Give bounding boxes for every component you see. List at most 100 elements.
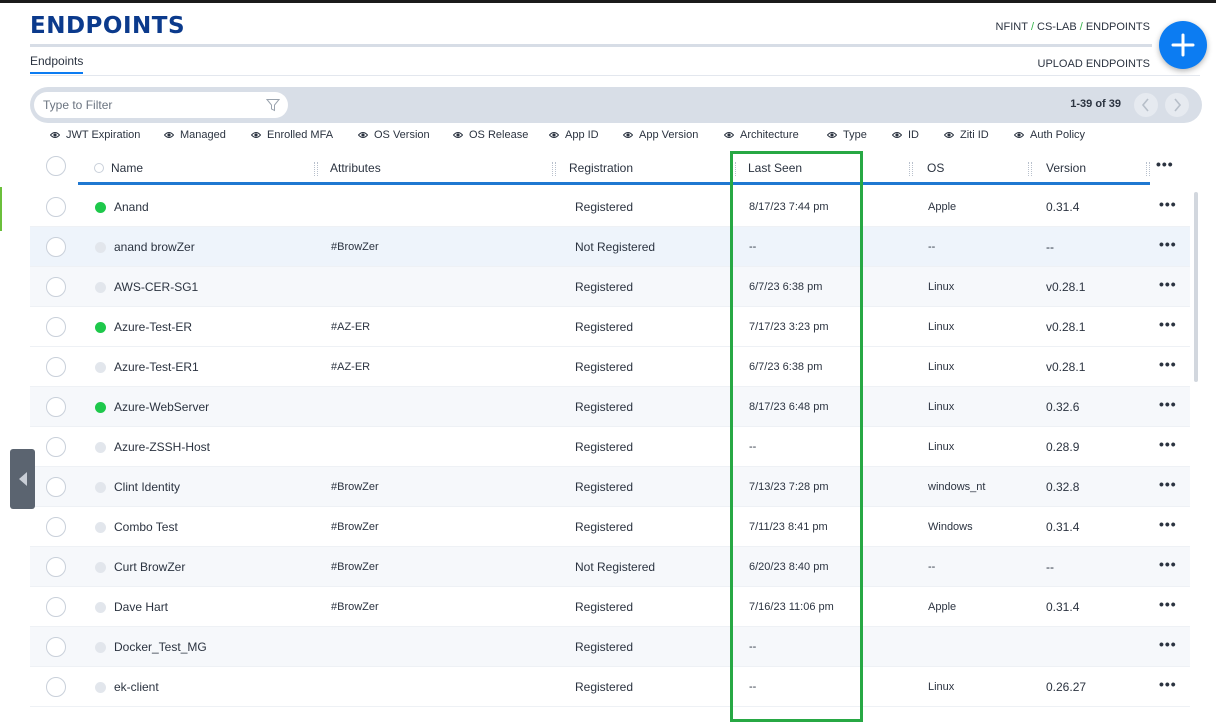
- filter-input[interactable]: [43, 92, 243, 118]
- cell-version: 0.31.4: [1046, 200, 1080, 214]
- row-checkbox[interactable]: [46, 637, 66, 657]
- column-header-version[interactable]: Version: [1046, 161, 1086, 175]
- row-checkbox[interactable]: [46, 277, 66, 297]
- column-toggle-enrolled-mfa[interactable]: Enrolled MFA: [251, 129, 333, 141]
- breadcrumb-item-network[interactable]: CS-LAB: [1037, 21, 1077, 33]
- more-horizontal-icon[interactable]: •••: [1159, 356, 1177, 372]
- column-toggle-type[interactable]: Type: [827, 129, 867, 141]
- column-resize-handle[interactable]: [552, 162, 556, 176]
- cell-attributes: #BrowZer: [331, 241, 379, 253]
- more-horizontal-icon[interactable]: •••: [1159, 636, 1177, 652]
- more-horizontal-icon[interactable]: •••: [1159, 236, 1177, 252]
- breadcrumb-separator: /: [1030, 21, 1034, 33]
- row-checkbox[interactable]: [46, 517, 66, 537]
- table-row[interactable]: Anand Registered 8/17/23 7:44 pm Apple 0…: [30, 187, 1190, 227]
- eye-icon: [358, 132, 368, 138]
- more-horizontal-icon[interactable]: •••: [1156, 156, 1174, 172]
- left-accent-bar: [0, 187, 2, 231]
- table-row[interactable]: AWS-CER-SG1 Registered 6/7/23 6:38 pm Li…: [30, 267, 1190, 307]
- row-checkbox[interactable]: [46, 477, 66, 497]
- upload-endpoints-button[interactable]: UPLOAD ENDPOINTS: [1038, 58, 1150, 70]
- row-checkbox[interactable]: [46, 677, 66, 697]
- column-toggle-jwt-expiration[interactable]: JWT Expiration: [50, 129, 140, 141]
- table-row[interactable]: Azure-Test-ER #AZ-ER Registered 7/17/23 …: [30, 307, 1190, 347]
- row-checkbox[interactable]: [46, 437, 66, 457]
- more-horizontal-icon[interactable]: •••: [1159, 676, 1177, 692]
- status-indicator: [95, 362, 106, 373]
- column-toggle-app-id[interactable]: App ID: [549, 129, 599, 141]
- column-header-attributes[interactable]: Attributes: [330, 161, 381, 175]
- next-page-button[interactable]: [1165, 93, 1189, 117]
- row-checkbox[interactable]: [46, 197, 66, 217]
- table-row[interactable]: Curt BrowZer #BrowZer Not Registered 6/2…: [30, 547, 1190, 587]
- column-resize-handle[interactable]: [909, 162, 913, 176]
- select-all-checkbox[interactable]: [46, 156, 66, 176]
- column-toggle-os-release[interactable]: OS Release: [453, 129, 528, 141]
- tab-endpoints[interactable]: Endpoints: [30, 54, 84, 74]
- row-checkbox[interactable]: [46, 317, 66, 337]
- column-resize-handle[interactable]: [732, 162, 736, 176]
- column-toggle-app-version[interactable]: App Version: [623, 129, 698, 141]
- cell-attributes: #BrowZer: [331, 561, 379, 573]
- table-row[interactable]: Docker_Test_MG Registered -- •••: [30, 627, 1190, 667]
- row-checkbox[interactable]: [46, 557, 66, 577]
- column-toggle-os-version[interactable]: OS Version: [358, 129, 430, 141]
- cell-last-seen: --: [749, 241, 757, 253]
- table-row[interactable]: Azure-Test-ER1 #AZ-ER Registered 6/7/23 …: [30, 347, 1190, 387]
- side-panel-toggle[interactable]: [10, 449, 35, 509]
- more-horizontal-icon[interactable]: •••: [1159, 396, 1177, 412]
- more-horizontal-icon[interactable]: •••: [1159, 436, 1177, 452]
- add-endpoint-button[interactable]: [1159, 21, 1207, 69]
- eye-icon: [549, 132, 559, 138]
- more-horizontal-icon[interactable]: •••: [1159, 196, 1177, 212]
- more-horizontal-icon[interactable]: •••: [1159, 556, 1177, 572]
- column-toggle-auth-policy[interactable]: Auth Policy: [1014, 129, 1085, 141]
- prev-page-button[interactable]: [1134, 93, 1158, 117]
- row-checkbox[interactable]: [46, 397, 66, 417]
- cell-version: 0.26.27: [1046, 680, 1087, 694]
- more-horizontal-icon[interactable]: •••: [1159, 516, 1177, 532]
- column-header-name[interactable]: Name: [111, 161, 143, 175]
- more-horizontal-icon[interactable]: •••: [1159, 596, 1177, 612]
- status-indicator: [95, 642, 106, 653]
- table-row[interactable]: Clint Identity #BrowZer Registered 7/13/…: [30, 467, 1190, 507]
- column-header-registration[interactable]: Registration: [569, 161, 633, 175]
- cell-os: Linux: [928, 281, 955, 293]
- column-resize-handle[interactable]: [1146, 162, 1150, 176]
- row-checkbox[interactable]: [46, 237, 66, 257]
- more-horizontal-icon[interactable]: •••: [1159, 276, 1177, 292]
- cell-os: Windows: [928, 521, 973, 533]
- column-resize-handle[interactable]: [1028, 162, 1032, 176]
- column-toggle-architecture[interactable]: Architecture: [724, 129, 799, 141]
- row-checkbox[interactable]: [46, 597, 66, 617]
- cell-last-seen: 6/20/23 8:40 pm: [749, 561, 829, 573]
- table-scrollbar[interactable]: [1194, 192, 1198, 382]
- cell-registration: Registered: [575, 440, 634, 454]
- cell-version: --: [1046, 240, 1054, 254]
- table-row[interactable]: Dave Hart #BrowZer Registered 7/16/23 11…: [30, 587, 1190, 627]
- table-row[interactable]: Azure-WebServer Registered 8/17/23 6:48 …: [30, 387, 1190, 427]
- table-row[interactable]: ek-client Registered -- Linux 0.26.27 ••…: [30, 667, 1190, 707]
- table-row[interactable]: Combo Test #BrowZer Registered 7/11/23 8…: [30, 507, 1190, 547]
- cell-name: anand browZer: [114, 240, 195, 254]
- cell-os: --: [928, 241, 936, 253]
- cell-last-seen: 8/17/23 6:48 pm: [749, 401, 829, 413]
- breadcrumb-separator: /: [1079, 21, 1083, 33]
- cell-last-seen: --: [749, 441, 757, 453]
- column-toggle-id[interactable]: ID: [892, 129, 919, 141]
- column-header-last-seen[interactable]: Last Seen: [748, 161, 802, 175]
- table-row[interactable]: Azure-ZSSH-Host Registered -- Linux 0.28…: [30, 427, 1190, 467]
- column-resize-handle[interactable]: [314, 162, 318, 176]
- more-horizontal-icon[interactable]: •••: [1159, 476, 1177, 492]
- more-horizontal-icon[interactable]: •••: [1159, 316, 1177, 332]
- cell-last-seen: 7/17/23 3:23 pm: [749, 321, 829, 333]
- filter-icon[interactable]: [266, 98, 280, 112]
- row-checkbox[interactable]: [46, 357, 66, 377]
- cell-version: 0.28.9: [1046, 440, 1080, 454]
- column-header-os[interactable]: OS: [927, 161, 944, 175]
- column-toggle-managed[interactable]: Managed: [164, 129, 226, 141]
- breadcrumb-item-org[interactable]: NFINT: [996, 21, 1028, 33]
- column-toggle-ziti-id[interactable]: Ziti ID: [944, 129, 989, 141]
- column-toggle-label: Ziti ID: [960, 129, 989, 141]
- table-row[interactable]: anand browZer #BrowZer Not Registered --…: [30, 227, 1190, 267]
